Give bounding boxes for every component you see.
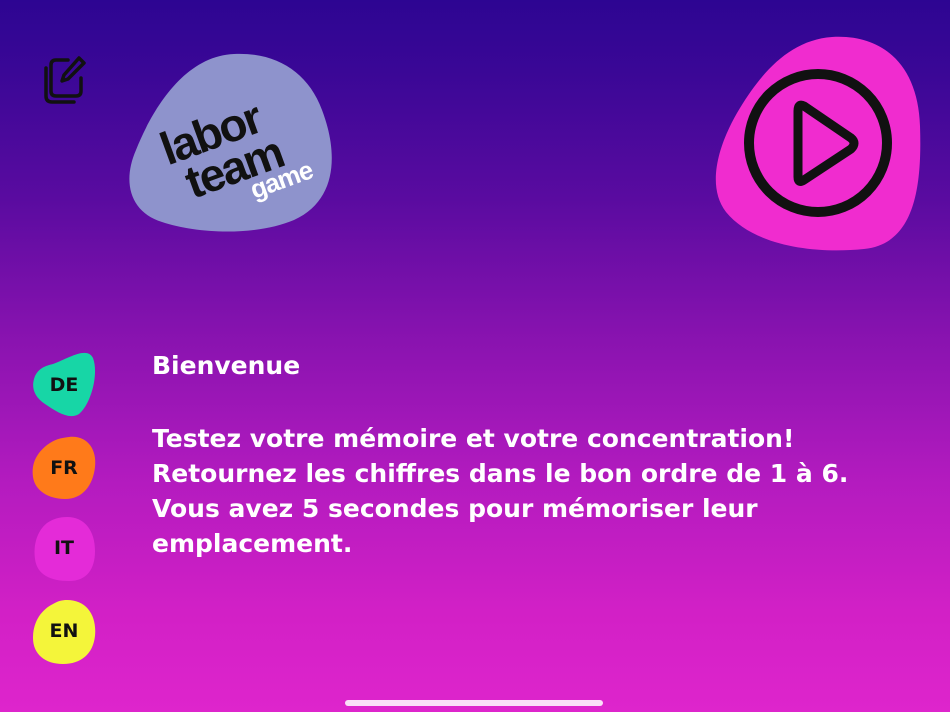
instructions-line: Vous avez 5 secondes pour mémoriser leur bbox=[152, 494, 758, 523]
labor-team-game-logo: labor team game bbox=[126, 52, 334, 234]
language-label-fr: FR bbox=[50, 457, 78, 479]
language-button-it[interactable]: IT bbox=[31, 515, 97, 581]
instructions-line: Retournez les chiffres dans le bon ordre… bbox=[152, 459, 849, 488]
language-label-it: IT bbox=[53, 537, 75, 559]
language-button-en[interactable]: EN bbox=[31, 598, 97, 664]
instructions-line: Testez votre mémoire et votre concentrat… bbox=[152, 424, 795, 453]
language-label-de: DE bbox=[49, 374, 79, 396]
language-label-en: EN bbox=[49, 620, 79, 642]
play-button[interactable] bbox=[714, 34, 922, 252]
instructions-line: emplacement. bbox=[152, 529, 353, 558]
welcome-title: Bienvenue bbox=[152, 351, 301, 380]
language-button-fr[interactable]: FR bbox=[31, 435, 97, 501]
edit-copy-icon[interactable] bbox=[38, 54, 90, 106]
home-indicator[interactable] bbox=[345, 700, 603, 706]
language-button-de[interactable]: DE bbox=[31, 352, 97, 418]
instructions-text: Testez votre mémoire et votre concentrat… bbox=[152, 421, 872, 561]
